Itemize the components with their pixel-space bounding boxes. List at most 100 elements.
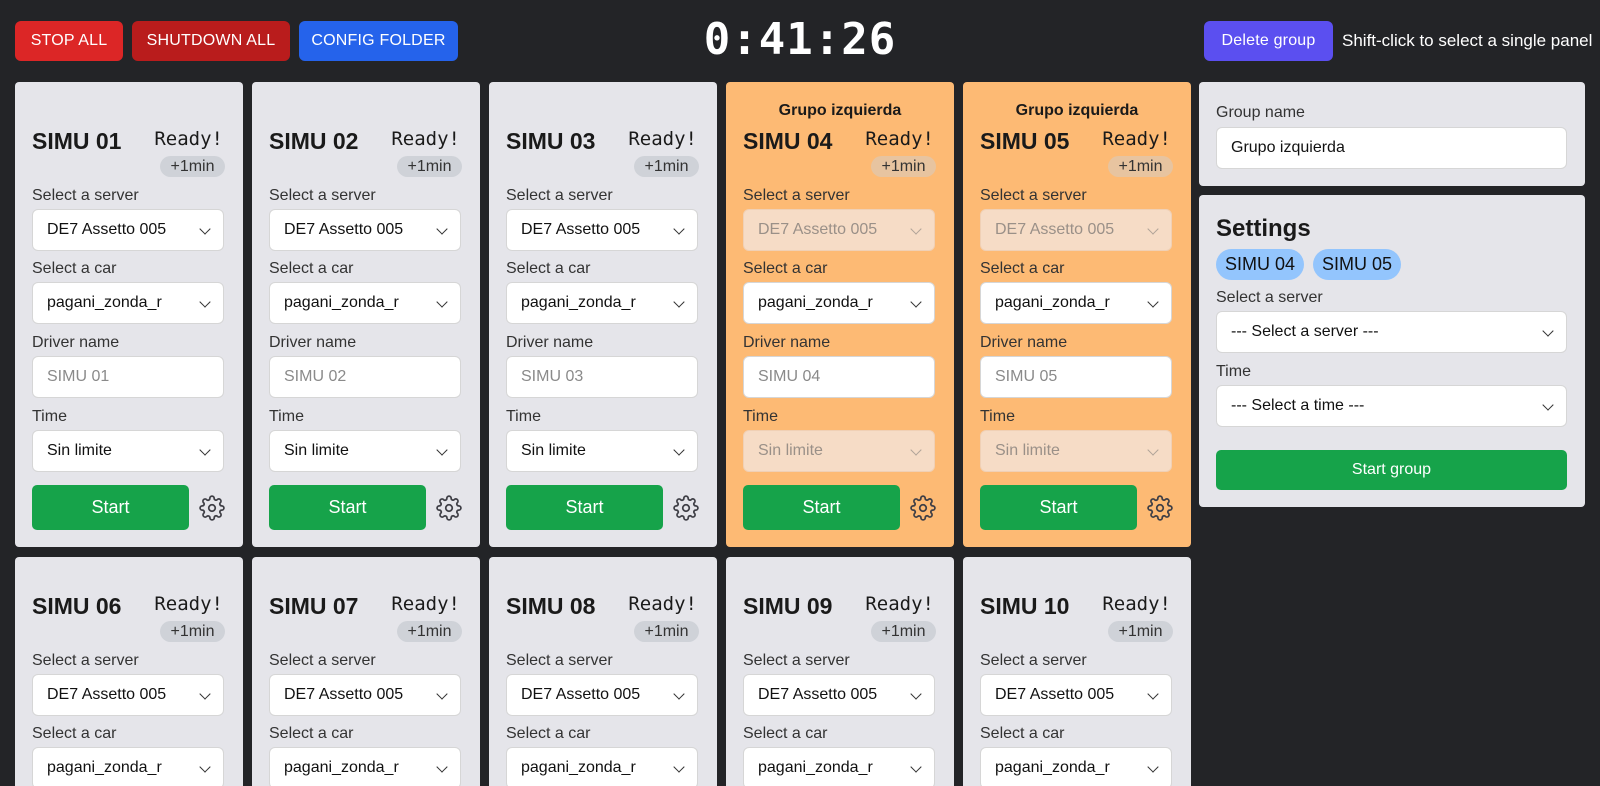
- server-select[interactable]: DE7 Assetto 005: [32, 674, 224, 716]
- add-minute-badge[interactable]: +1min: [871, 621, 936, 642]
- chevron-down-icon: [673, 761, 685, 773]
- server-select[interactable]: DE7 Assetto 005: [743, 209, 935, 251]
- simu-name: SIMU 02: [269, 128, 359, 154]
- simu-panel[interactable]: SIMU 01 Ready! +1min Select a server DE7 Ass…: [15, 82, 243, 547]
- driver-name-label: Driver name: [32, 334, 120, 351]
- gear-icon[interactable]: [1147, 495, 1173, 521]
- add-minute-badge[interactable]: +1min: [397, 621, 462, 642]
- gear-icon[interactable]: [436, 495, 462, 521]
- simu-panel[interactable]: SIMU 09 Ready! +1min Select a server DE7 Ass…: [726, 557, 954, 786]
- server-select-value: DE7 Assetto 005: [284, 686, 404, 703]
- car-select[interactable]: pagani_zonda_r: [506, 282, 698, 324]
- server-select[interactable]: DE7 Assetto 005: [980, 674, 1172, 716]
- shutdown-all-button[interactable]: SHUTDOWN ALL: [132, 21, 290, 61]
- start-button[interactable]: Start: [506, 485, 663, 530]
- add-minute-badge[interactable]: +1min: [397, 156, 462, 177]
- add-minute-badge[interactable]: +1min: [1108, 156, 1173, 177]
- config-folder-button[interactable]: CONFIG FOLDER: [299, 21, 458, 61]
- add-minute-badge[interactable]: +1min: [160, 156, 225, 177]
- status-text: Ready!: [865, 593, 934, 615]
- simu-panel[interactable]: Grupo izquierda SIMU 05 Ready! +1min Select …: [963, 82, 1191, 547]
- gear-icon[interactable]: [910, 495, 936, 521]
- simu-name: SIMU 10: [980, 593, 1070, 619]
- server-label: Select a server: [980, 187, 1087, 204]
- status-text: Ready!: [391, 593, 460, 615]
- car-select[interactable]: pagani_zonda_r: [743, 747, 935, 786]
- simu-panel[interactable]: SIMU 08 Ready! +1min Select a server DE7 Ass…: [489, 557, 717, 786]
- server-select[interactable]: DE7 Assetto 005: [506, 674, 698, 716]
- car-select[interactable]: pagani_zonda_r: [32, 747, 224, 786]
- simu-panel[interactable]: SIMU 07 Ready! +1min Select a server DE7 Ass…: [252, 557, 480, 786]
- time-select[interactable]: Sin limite: [743, 430, 935, 472]
- car-label: Select a car: [980, 260, 1065, 277]
- selected-simu-chip[interactable]: SIMU 04: [1216, 249, 1305, 280]
- simu-name: SIMU 03: [506, 128, 596, 154]
- time-select[interactable]: Sin limite: [32, 430, 224, 472]
- chevron-down-icon: [199, 296, 211, 308]
- server-select[interactable]: DE7 Assetto 005: [269, 674, 461, 716]
- simu-panel[interactable]: SIMU 03 Ready! +1min Select a server DE7 Ass…: [489, 82, 717, 547]
- add-minute-badge[interactable]: +1min: [634, 156, 699, 177]
- server-select[interactable]: DE7 Assetto 005: [506, 209, 698, 251]
- driver-name-input[interactable]: SIMU 02: [269, 356, 461, 398]
- time-label: Time: [980, 408, 1015, 425]
- status-text: Ready!: [628, 593, 697, 615]
- server-select[interactable]: DE7 Assetto 005: [743, 674, 935, 716]
- driver-name-input[interactable]: SIMU 03: [506, 356, 698, 398]
- chevron-down-icon: [673, 296, 685, 308]
- add-minute-badge[interactable]: +1min: [871, 156, 936, 177]
- gear-icon[interactable]: [673, 495, 699, 521]
- server-select-value: DE7 Assetto 005: [758, 221, 878, 238]
- gear-icon[interactable]: [199, 495, 225, 521]
- simu-panel[interactable]: Grupo izquierda SIMU 04 Ready! +1min Select …: [726, 82, 954, 547]
- simu-panel[interactable]: SIMU 06 Ready! +1min Select a server DE7 Ass…: [15, 557, 243, 786]
- time-select[interactable]: Sin limite: [980, 430, 1172, 472]
- server-select[interactable]: DE7 Assetto 005: [269, 209, 461, 251]
- start-button[interactable]: Start: [32, 485, 189, 530]
- car-select[interactable]: pagani_zonda_r: [269, 282, 461, 324]
- time-label: Time: [743, 408, 778, 425]
- delete-group-button[interactable]: Delete group: [1204, 21, 1333, 61]
- time-select-value: Sin limite: [284, 442, 349, 459]
- car-select-value: pagani_zonda_r: [284, 759, 399, 776]
- chevron-down-icon: [1147, 223, 1159, 235]
- simu-panel[interactable]: SIMU 02 Ready! +1min Select a server DE7 Ass…: [252, 82, 480, 547]
- server-select-value: DE7 Assetto 005: [521, 221, 641, 238]
- settings-time-select[interactable]: --- Select a time ---: [1216, 385, 1567, 427]
- group-name-input[interactable]: Grupo izquierda: [1216, 127, 1567, 169]
- driver-name-input[interactable]: SIMU 05: [980, 356, 1172, 398]
- chevron-down-icon: [1147, 444, 1159, 456]
- time-select[interactable]: Sin limite: [506, 430, 698, 472]
- start-button[interactable]: Start: [743, 485, 900, 530]
- group-name-card: Group name Grupo izquierda: [1199, 82, 1585, 186]
- chevron-down-icon: [910, 296, 922, 308]
- time-select-value: Sin limite: [758, 442, 823, 459]
- server-select[interactable]: DE7 Assetto 005: [980, 209, 1172, 251]
- driver-name-input[interactable]: SIMU 01: [32, 356, 224, 398]
- chevron-down-icon: [1542, 399, 1554, 411]
- time-select-value: Sin limite: [995, 442, 1060, 459]
- add-minute-badge[interactable]: +1min: [160, 621, 225, 642]
- time-select-value: Sin limite: [521, 442, 586, 459]
- car-select[interactable]: pagani_zonda_r: [506, 747, 698, 786]
- server-select-value: DE7 Assetto 005: [47, 221, 167, 238]
- settings-server-select[interactable]: --- Select a server ---: [1216, 311, 1567, 353]
- start-group-button[interactable]: Start group: [1216, 450, 1567, 490]
- driver-name-input[interactable]: SIMU 04: [743, 356, 935, 398]
- simu-panel[interactable]: SIMU 10 Ready! +1min Select a server DE7 Ass…: [963, 557, 1191, 786]
- add-minute-badge[interactable]: +1min: [634, 621, 699, 642]
- time-select[interactable]: Sin limite: [269, 430, 461, 472]
- car-select[interactable]: pagani_zonda_r: [32, 282, 224, 324]
- start-button[interactable]: Start: [269, 485, 426, 530]
- car-select[interactable]: pagani_zonda_r: [980, 747, 1172, 786]
- settings-time-value: --- Select a time ---: [1231, 397, 1365, 414]
- server-select[interactable]: DE7 Assetto 005: [32, 209, 224, 251]
- car-select[interactable]: pagani_zonda_r: [743, 282, 935, 324]
- car-select[interactable]: pagani_zonda_r: [980, 282, 1172, 324]
- add-minute-badge[interactable]: +1min: [1108, 621, 1173, 642]
- selected-simu-chip[interactable]: SIMU 05: [1313, 249, 1402, 280]
- driver-name-label: Driver name: [980, 334, 1068, 351]
- car-select[interactable]: pagani_zonda_r: [269, 747, 461, 786]
- start-button[interactable]: Start: [980, 485, 1137, 530]
- stop-all-button[interactable]: STOP ALL: [15, 21, 123, 61]
